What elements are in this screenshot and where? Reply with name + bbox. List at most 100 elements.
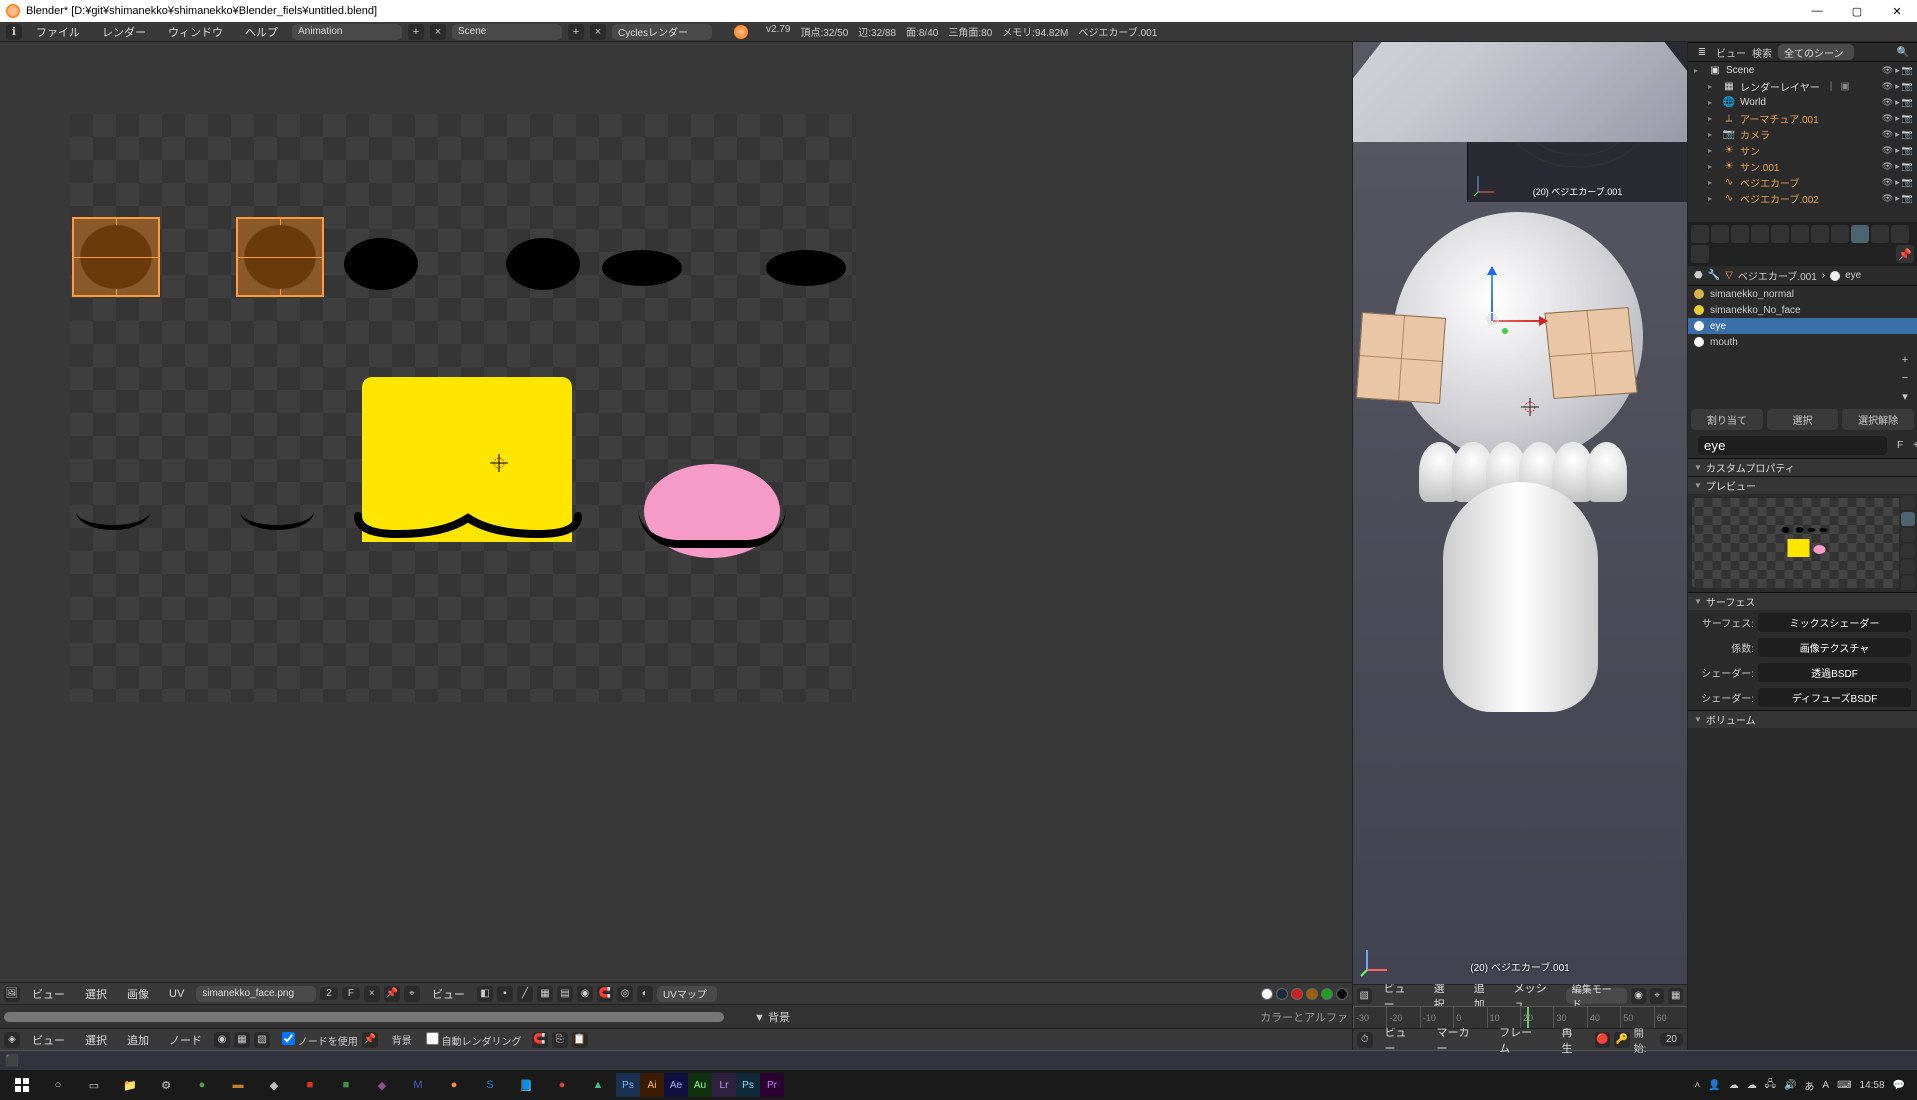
shader2-dropdown[interactable]: ディフューズBSDF	[1758, 688, 1911, 707]
preview-monkey-icon[interactable]	[1901, 544, 1915, 558]
preview-cube-icon[interactable]	[1901, 528, 1915, 542]
app-icon[interactable]: Ps	[616, 1073, 640, 1097]
search-icon[interactable]: 🔍	[1895, 44, 1911, 60]
window-minimize-button[interactable]: —	[1797, 0, 1837, 22]
outliner-item[interactable]: ▸☀サン.001👁▸📷	[1688, 158, 1917, 174]
tray-clock[interactable]: 14:58	[1860, 1080, 1885, 1091]
fake-user-button[interactable]: F	[1891, 439, 1909, 452]
app-icon[interactable]: S	[472, 1071, 508, 1099]
outliner-tree[interactable]: ▸▣Scene👁▸📷▸▦レンダーレイヤー|▣👁▸📷▸🌐World👁▸📷▸⟂アーマ…	[1688, 62, 1917, 222]
paint-color-white[interactable]	[1261, 988, 1273, 1000]
paint-color-red[interactable]	[1291, 988, 1303, 1000]
tab-scene-icon[interactable]	[1731, 225, 1749, 243]
uv-panel-scrollbar[interactable]: ▼ 背景 カラーとアルファ	[0, 1004, 1352, 1028]
menu-node[interactable]: ノード	[161, 1030, 210, 1050]
select-button[interactable]: 選択	[1767, 409, 1839, 430]
add-layout-button[interactable]: +	[408, 24, 424, 40]
preview-world-icon[interactable]	[1901, 576, 1915, 590]
tex-type-icon[interactable]: ▧	[254, 1032, 270, 1048]
menu-view[interactable]: ビュー	[1716, 45, 1746, 60]
remove-layout-button[interactable]: ×	[430, 24, 446, 40]
tab-layers-icon[interactable]	[1711, 225, 1729, 243]
editor-type-icon[interactable]: ≣	[1694, 44, 1710, 60]
tab-physics-icon[interactable]	[1691, 245, 1709, 263]
shader1-dropdown[interactable]: 透過BSDF	[1758, 663, 1911, 682]
fac-input-dropdown[interactable]: 画像テクスチャ	[1758, 638, 1911, 657]
menu-add[interactable]: 追加	[119, 1030, 157, 1050]
settings-icon[interactable]: ⚙	[148, 1071, 184, 1099]
menu-select[interactable]: 選択	[77, 1030, 115, 1050]
screen-layout-dropdown[interactable]: Animation	[292, 24, 402, 40]
section-volume[interactable]: ボリューム	[1688, 710, 1917, 728]
vert-sel-icon[interactable]: ▪	[497, 986, 513, 1002]
menu-select[interactable]: 選択	[77, 984, 115, 1004]
pivot-icon[interactable]: ⌖	[404, 986, 420, 1002]
island-sel-icon[interactable]: ▤	[557, 986, 573, 1002]
section-preview[interactable]: プレビュー	[1688, 476, 1917, 494]
shader-type-icon[interactable]: ◉	[214, 1032, 230, 1048]
outliner-item[interactable]: ▸☀サン👁▸📷	[1688, 142, 1917, 158]
timeline-ruler[interactable]: -30-20-100102030405060	[1353, 1006, 1687, 1028]
remove-material-button[interactable]: −	[1897, 370, 1913, 386]
tab-particles-icon[interactable]	[1891, 225, 1909, 243]
uv-island-eye-right[interactable]	[236, 217, 324, 297]
shading-icon[interactable]: ◉	[1631, 988, 1646, 1004]
paint-color-green[interactable]	[1321, 988, 1333, 1000]
layers-icon[interactable]: ▦	[1668, 988, 1683, 1004]
menu-uvs[interactable]: UV	[161, 986, 192, 1002]
menu-image[interactable]: 画像	[119, 984, 157, 1004]
tray-keyboard-icon[interactable]: ⌨	[1837, 1080, 1851, 1091]
taskview-icon[interactable]: ▭	[76, 1071, 112, 1099]
app-icon[interactable]: ⬛	[5, 1054, 19, 1067]
uv-island-eye-left[interactable]	[72, 217, 160, 297]
start-button[interactable]	[4, 1071, 40, 1099]
app-icon[interactable]: ▲	[580, 1071, 616, 1099]
unlink-button[interactable]: ×	[364, 986, 380, 1002]
editor-type-icon[interactable]: ◈	[4, 1032, 20, 1048]
menu-window[interactable]: ウィンドウ	[160, 22, 231, 42]
gizmo-x-axis-icon[interactable]	[1493, 320, 1547, 322]
outliner-item[interactable]: ▸🌐World👁▸📷	[1688, 94, 1917, 110]
pivot-icon[interactable]: ⌖	[1650, 988, 1665, 1004]
outliner-item[interactable]: ▸⟂アーマチュア.001👁▸📷	[1688, 110, 1917, 126]
render-engine-dropdown[interactable]: Cyclesレンダー	[612, 24, 712, 40]
auto-keyframe-icon[interactable]: 🔴	[1595, 1032, 1611, 1048]
image-selector[interactable]: simanekko_face.png	[196, 986, 316, 1002]
tab-material-icon[interactable]	[1851, 225, 1869, 243]
menu-view[interactable]: ビュー	[24, 984, 73, 1004]
deselect-button[interactable]: 選択解除	[1842, 409, 1914, 430]
app-icon[interactable]: Pr	[760, 1073, 784, 1097]
mode-dropdown[interactable]: 編集モード	[1566, 988, 1628, 1004]
image-pass[interactable]: 2	[320, 987, 338, 1000]
menu-view2[interactable]: ビュー	[424, 984, 473, 1004]
outliner-item[interactable]: ▸▦レンダーレイヤー|▣👁▸📷	[1688, 78, 1917, 94]
remove-scene-button[interactable]: ×	[590, 24, 606, 40]
channels-icon[interactable]: ◐	[637, 986, 653, 1002]
menu-render[interactable]: レンダー	[94, 22, 154, 42]
scene-dropdown[interactable]: Scene	[452, 24, 562, 40]
tab-constraint-icon[interactable]	[1791, 225, 1809, 243]
uv-patch-left[interactable]	[1356, 312, 1446, 404]
paste-icon[interactable]: 📋	[572, 1032, 588, 1048]
editor-type-icon[interactable]: ⏱	[1357, 1032, 1373, 1048]
timeline-playhead[interactable]	[1527, 1007, 1529, 1028]
tab-object-icon[interactable]	[1771, 225, 1789, 243]
paint-color-brown[interactable]	[1306, 988, 1318, 1000]
outliner-item[interactable]: ▸▣Scene👁▸📷	[1688, 62, 1917, 78]
outliner-item[interactable]: ▸∿ベジエカーブ👁▸📷	[1688, 174, 1917, 190]
app-icon[interactable]: ◆	[256, 1071, 292, 1099]
copy-icon[interactable]: ⎘	[552, 1032, 568, 1048]
tab-texture-icon[interactable]	[1871, 225, 1889, 243]
explorer-icon[interactable]: 📁	[112, 1071, 148, 1099]
comp-type-icon[interactable]: ▦	[234, 1032, 250, 1048]
prop-edit-icon[interactable]: ◎	[617, 986, 633, 1002]
menu-view[interactable]: ビュー	[24, 1030, 73, 1050]
tab-world-icon[interactable]	[1751, 225, 1769, 243]
material-slot[interactable]: eye	[1688, 318, 1917, 334]
tray-sound-icon[interactable]: 🔊	[1784, 1080, 1796, 1091]
material-slot[interactable]: mouth	[1688, 334, 1917, 350]
app-icon[interactable]: ◆	[364, 1071, 400, 1099]
fake-user-button[interactable]: F	[342, 987, 360, 1000]
section-custom-props[interactable]: カスタムプロパティ	[1688, 458, 1917, 476]
tray-chevron-icon[interactable]: ˄	[1695, 1080, 1701, 1091]
